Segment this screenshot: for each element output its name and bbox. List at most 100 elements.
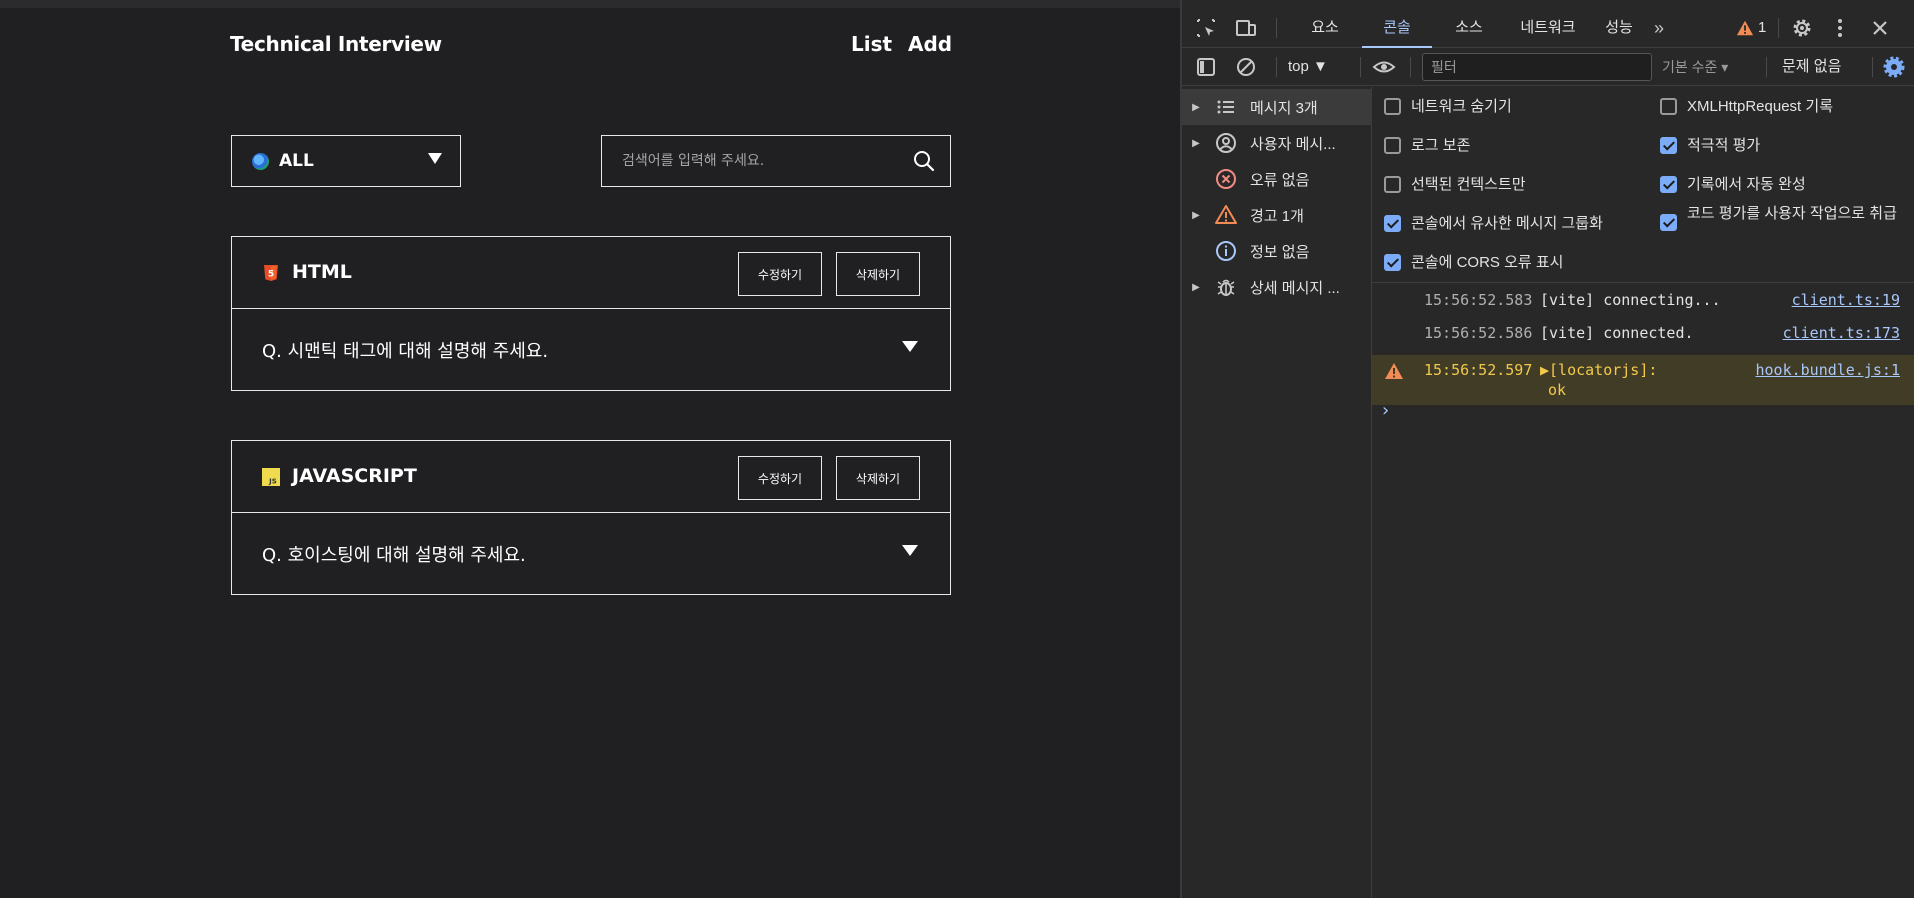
- tab-sources[interactable]: 소스: [1444, 8, 1494, 48]
- expand-arrow-icon[interactable]: ▶: [1182, 282, 1210, 293]
- option-log-xhr[interactable]: XMLHttpRequest 기록: [1660, 97, 1833, 117]
- device-toolbar-icon[interactable]: [1234, 16, 1258, 40]
- card-category: JAVASCRIPT: [292, 465, 417, 487]
- card-category: HTML: [292, 261, 352, 283]
- console-prompt[interactable]: ›: [1380, 400, 1391, 421]
- top-border: [0, 0, 1180, 8]
- console-filter-input[interactable]: [1422, 53, 1652, 81]
- devtools-tabbar: 요소 콘솔 소스 네트워크 성능 » 1: [1182, 8, 1914, 48]
- separator: [1778, 18, 1779, 38]
- console-settings-icon[interactable]: [1882, 55, 1906, 79]
- category-select-value: ALL: [279, 151, 314, 171]
- log-source-link[interactable]: client.ts:19: [1792, 291, 1900, 309]
- expand-arrow-icon[interactable]: ▶: [1182, 138, 1210, 149]
- log-entry[interactable]: 15:56:52.583 [vite] connecting... client…: [1372, 291, 1914, 321]
- delete-button[interactable]: 삭제하기: [836, 456, 920, 500]
- settings-gear-icon[interactable]: [1790, 16, 1814, 40]
- sidebar-item-errors[interactable]: 오류 없음: [1182, 161, 1372, 197]
- log-timestamp: 15:56:52.597: [1424, 361, 1533, 379]
- inspect-element-icon[interactable]: [1194, 16, 1218, 40]
- sidebar-item-info[interactable]: 정보 없음: [1182, 233, 1372, 269]
- log-message: [vite] connecting...: [1540, 291, 1721, 309]
- console-settings-pane: 네트워크 숨기기 로그 보존 선택된 컨텍스트만 콘솔에서 유사한 메시지 그룹…: [1372, 87, 1914, 283]
- checkbox[interactable]: [1384, 98, 1401, 115]
- app-window: Technical Interview List Add ALL 5 HTML …: [0, 0, 1180, 898]
- search-input[interactable]: [602, 136, 950, 186]
- brand-title[interactable]: Technical Interview: [230, 32, 442, 56]
- edit-button[interactable]: 수정하기: [738, 252, 822, 296]
- checkbox[interactable]: [1384, 176, 1401, 193]
- log-timestamp: 15:56:52.586: [1424, 324, 1533, 342]
- sidebar-item-label: 오류 없음: [1250, 171, 1310, 189]
- log-levels-select[interactable]: 기본 수준 ▾: [1662, 48, 1728, 86]
- eye-icon[interactable]: [1372, 55, 1396, 79]
- sidebar-item-label: 사용자 메시...: [1250, 135, 1336, 153]
- option-group-similar[interactable]: 콘솔에서 유사한 메시지 그룹화: [1384, 214, 1603, 234]
- option-hide-network[interactable]: 네트워크 숨기기: [1384, 97, 1512, 117]
- console-toolbar: top ▼ 기본 수준 ▾ 문제 없음: [1182, 48, 1914, 86]
- tab-console[interactable]: 콘솔: [1362, 8, 1432, 48]
- more-tabs-button[interactable]: »: [1644, 8, 1674, 48]
- option-autocomplete-history[interactable]: 기록에서 자동 완성: [1660, 175, 1806, 195]
- separator: [1360, 57, 1361, 77]
- edit-button[interactable]: 수정하기: [738, 456, 822, 500]
- warning-count[interactable]: 1: [1758, 8, 1766, 48]
- context-select[interactable]: top ▼: [1288, 48, 1328, 86]
- delete-button[interactable]: 삭제하기: [836, 252, 920, 296]
- card-header: JS JAVASCRIPT 수정하기 삭제하기: [232, 441, 950, 513]
- log-message-value: ok: [1548, 381, 1567, 399]
- checkbox-checked[interactable]: [1384, 254, 1401, 271]
- option-preserve-log[interactable]: 로그 보존: [1384, 136, 1470, 156]
- tab-elements[interactable]: 요소: [1300, 8, 1350, 48]
- card-question[interactable]: Q. 시맨틱 태그에 대해 설명해 주세요.: [262, 337, 548, 363]
- nav-list-link[interactable]: List: [851, 32, 892, 56]
- log-message: [vite] connected.: [1540, 324, 1694, 342]
- checkbox[interactable]: [1660, 98, 1677, 115]
- sidebar-item-warnings[interactable]: ▶ 경고 1개: [1182, 197, 1372, 233]
- info-icon: [1216, 241, 1236, 261]
- tab-performance[interactable]: 성능: [1594, 8, 1644, 48]
- expand-toggle-icon[interactable]: [902, 341, 918, 352]
- globe-icon: [252, 152, 269, 170]
- log-entry[interactable]: 15:56:52.586 [vite] connected. client.ts…: [1372, 324, 1914, 354]
- warning-icon[interactable]: [1736, 19, 1754, 37]
- option-user-activation[interactable]: 코드 평가를 사용자 작업으로 취급: [1660, 204, 1910, 231]
- sidebar-item-label: 메시지 3개: [1250, 99, 1318, 117]
- log-entry-warning[interactable]: 15:56:52.597 ▶[locatorjs]: ok hook.bundl…: [1372, 355, 1914, 405]
- log-message[interactable]: ▶[locatorjs]:: [1540, 361, 1657, 379]
- card-question[interactable]: Q. 호이스팅에 대해 설명해 주세요.: [262, 541, 526, 567]
- option-selected-context-only[interactable]: 선택된 컨텍스트만: [1384, 175, 1526, 195]
- svg-text:5: 5: [268, 270, 274, 280]
- log-source-link[interactable]: client.ts:173: [1783, 324, 1900, 342]
- tab-network[interactable]: 네트워크: [1508, 8, 1588, 48]
- card-header: 5 HTML 수정하기 삭제하기: [232, 237, 950, 309]
- sidebar-item-messages[interactable]: ▶ 메시지 3개: [1182, 89, 1372, 125]
- chevron-down-icon: [428, 153, 442, 164]
- checkbox-checked[interactable]: [1660, 176, 1677, 193]
- option-show-cors-errors[interactable]: 콘솔에 CORS 오류 표시: [1384, 253, 1563, 273]
- expand-toggle-icon[interactable]: [902, 545, 918, 556]
- separator: [1410, 57, 1411, 77]
- checkbox-checked[interactable]: [1660, 214, 1677, 231]
- checkbox-checked[interactable]: [1384, 215, 1401, 232]
- sidebar-item-verbose[interactable]: ▶ 상세 메시지 ...: [1182, 269, 1372, 305]
- javascript-icon: JS: [262, 468, 280, 486]
- expand-arrow-icon[interactable]: ▶: [1182, 102, 1210, 113]
- search-icon[interactable]: [912, 149, 936, 173]
- bug-icon: [1217, 279, 1235, 296]
- sidebar-item-user-messages[interactable]: ▶ 사용자 메시...: [1182, 125, 1372, 161]
- sidebar-toggle-icon[interactable]: [1194, 55, 1218, 79]
- log-source-link[interactable]: hook.bundle.js:1: [1756, 361, 1901, 379]
- checkbox-checked[interactable]: [1660, 137, 1677, 154]
- expand-arrow-icon[interactable]: ▶: [1182, 210, 1210, 221]
- close-icon[interactable]: [1868, 16, 1892, 40]
- log-timestamp: 15:56:52.583: [1424, 291, 1533, 309]
- issues-button[interactable]: 문제 없음: [1782, 48, 1841, 86]
- sidebar-item-label: 경고 1개: [1250, 207, 1304, 225]
- clear-console-icon[interactable]: [1234, 55, 1258, 79]
- checkbox[interactable]: [1384, 137, 1401, 154]
- more-options-icon[interactable]: [1828, 16, 1852, 40]
- category-select[interactable]: ALL: [231, 135, 461, 187]
- nav-add-link[interactable]: Add: [908, 32, 952, 56]
- option-eager-evaluation[interactable]: 적극적 평가: [1660, 136, 1760, 156]
